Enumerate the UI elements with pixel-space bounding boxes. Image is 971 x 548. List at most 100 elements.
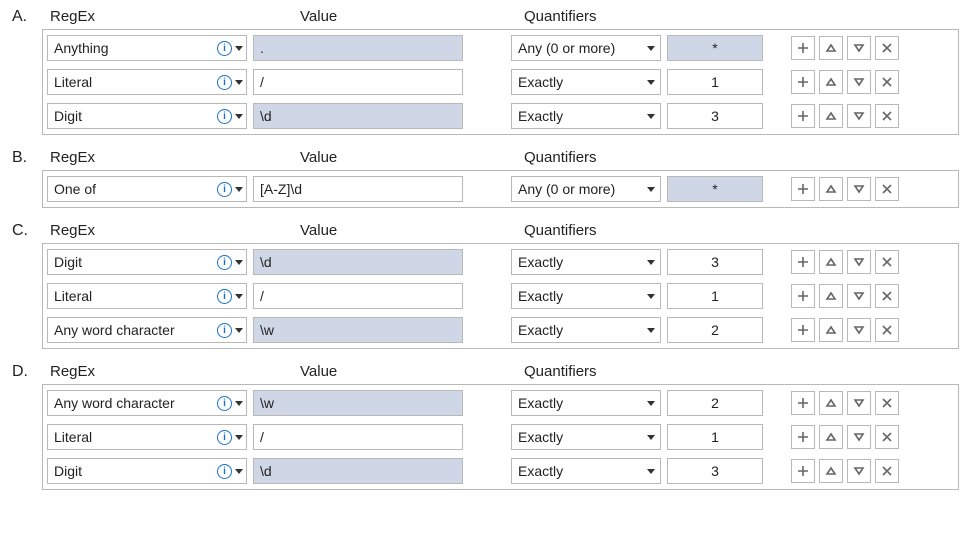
value-field[interactable]: / bbox=[253, 283, 463, 309]
move-up-button[interactable] bbox=[819, 284, 843, 308]
quantifier-dropdown[interactable]: Any (0 or more) bbox=[511, 35, 661, 61]
move-up-button[interactable] bbox=[819, 425, 843, 449]
quantifier-dropdown[interactable]: Exactly bbox=[511, 283, 661, 309]
move-up-button[interactable] bbox=[819, 391, 843, 415]
add-button[interactable] bbox=[791, 391, 815, 415]
quantifier-dropdown[interactable]: Exactly bbox=[511, 458, 661, 484]
move-up-button[interactable] bbox=[819, 459, 843, 483]
info-icon[interactable]: i bbox=[217, 464, 232, 479]
quantifier-count[interactable]: 1 bbox=[667, 424, 763, 450]
info-icon[interactable]: i bbox=[217, 255, 232, 270]
move-down-button[interactable] bbox=[847, 459, 871, 483]
rule-group: Any word characteri\wExactly2Literali/Ex… bbox=[42, 384, 959, 490]
add-button[interactable] bbox=[791, 284, 815, 308]
add-button[interactable] bbox=[791, 250, 815, 274]
delete-button[interactable] bbox=[875, 459, 899, 483]
info-icon[interactable]: i bbox=[217, 182, 232, 197]
info-icon[interactable]: i bbox=[217, 109, 232, 124]
value-field[interactable]: / bbox=[253, 424, 463, 450]
add-button[interactable] bbox=[791, 459, 815, 483]
quantifier-dropdown[interactable]: Exactly bbox=[511, 317, 661, 343]
value-field[interactable]: [A-Z]\d bbox=[253, 176, 463, 202]
value-field: \w bbox=[253, 317, 463, 343]
quantifier-label: Any (0 or more) bbox=[518, 40, 615, 56]
quantifier-dropdown[interactable]: Exactly bbox=[511, 69, 661, 95]
delete-button[interactable] bbox=[875, 250, 899, 274]
rule-group: One ofi[A-Z]\d Any (0 or more) * bbox=[42, 170, 959, 208]
regex-type-dropdown[interactable]: Digiti bbox=[47, 458, 247, 484]
value-text: \w bbox=[260, 322, 274, 338]
move-down-button[interactable] bbox=[847, 104, 871, 128]
move-down-button[interactable] bbox=[847, 70, 871, 94]
info-icon[interactable]: i bbox=[217, 75, 232, 90]
value-field[interactable]: / bbox=[253, 69, 463, 95]
delete-button[interactable] bbox=[875, 177, 899, 201]
delete-button[interactable] bbox=[875, 391, 899, 415]
move-down-button[interactable] bbox=[847, 391, 871, 415]
move-down-button[interactable] bbox=[847, 425, 871, 449]
quantifier-count[interactable]: 1 bbox=[667, 69, 763, 95]
move-down-button[interactable] bbox=[847, 177, 871, 201]
regex-type-dropdown[interactable]: Digiti bbox=[47, 249, 247, 275]
quantifier-count[interactable]: 3 bbox=[667, 249, 763, 275]
quantifier-count-text: 2 bbox=[711, 322, 719, 338]
info-icon[interactable]: i bbox=[217, 430, 232, 445]
regex-type-label: Literal bbox=[54, 288, 217, 304]
info-icon[interactable]: i bbox=[217, 323, 232, 338]
quantifier-dropdown[interactable]: Exactly bbox=[511, 103, 661, 129]
move-up-button[interactable] bbox=[819, 250, 843, 274]
move-down-button[interactable] bbox=[847, 318, 871, 342]
quantifier-count-text: 3 bbox=[711, 463, 719, 479]
move-down-button[interactable] bbox=[847, 36, 871, 60]
move-up-button[interactable] bbox=[819, 36, 843, 60]
add-button[interactable] bbox=[791, 104, 815, 128]
section-B: B.RegExValueQuantifiersOne ofi[A-Z]\dAny… bbox=[12, 149, 959, 208]
add-button[interactable] bbox=[791, 425, 815, 449]
chevron-down-icon bbox=[647, 435, 655, 440]
regex-type-dropdown[interactable]: Anythingi bbox=[47, 35, 247, 61]
delete-button[interactable] bbox=[875, 284, 899, 308]
quantifier-count[interactable]: 1 bbox=[667, 283, 763, 309]
quantifier-count[interactable]: 3 bbox=[667, 103, 763, 129]
regex-type-dropdown[interactable]: Any word characteri bbox=[47, 317, 247, 343]
add-button[interactable] bbox=[791, 36, 815, 60]
add-button[interactable] bbox=[791, 177, 815, 201]
delete-button[interactable] bbox=[875, 70, 899, 94]
section-A: A.RegExValueQuantifiersAnythingi.Any (0 … bbox=[12, 8, 959, 135]
rule-row: Digiti\dExactly3 bbox=[47, 456, 954, 486]
quantifier-count[interactable]: 2 bbox=[667, 317, 763, 343]
delete-button[interactable] bbox=[875, 318, 899, 342]
delete-button[interactable] bbox=[875, 36, 899, 60]
move-up-button[interactable] bbox=[819, 177, 843, 201]
quantifier-count[interactable]: 3 bbox=[667, 458, 763, 484]
move-up-button[interactable] bbox=[819, 104, 843, 128]
regex-type-label: Digit bbox=[54, 108, 217, 124]
regex-type-dropdown[interactable]: Literali bbox=[47, 69, 247, 95]
move-down-button[interactable] bbox=[847, 250, 871, 274]
info-icon[interactable]: i bbox=[217, 289, 232, 304]
regex-type-dropdown[interactable]: One ofi bbox=[47, 176, 247, 202]
regex-type-dropdown[interactable]: Any word characteri bbox=[47, 390, 247, 416]
quantifier-label: Exactly bbox=[518, 254, 563, 270]
regex-type-dropdown[interactable]: Literali bbox=[47, 283, 247, 309]
header-value: Value bbox=[300, 8, 524, 25]
quantifier-dropdown[interactable]: Exactly bbox=[511, 424, 661, 450]
quantifier-dropdown[interactable]: Exactly bbox=[511, 390, 661, 416]
regex-type-dropdown[interactable]: Literali bbox=[47, 424, 247, 450]
info-icon[interactable]: i bbox=[217, 41, 232, 56]
chevron-down-icon bbox=[235, 435, 243, 440]
quantifier-dropdown[interactable]: Exactly bbox=[511, 249, 661, 275]
quantifier-dropdown[interactable]: Any (0 or more) bbox=[511, 176, 661, 202]
quantifier-count-text: 1 bbox=[711, 429, 719, 445]
move-down-button[interactable] bbox=[847, 284, 871, 308]
quantifier-count[interactable]: 2 bbox=[667, 390, 763, 416]
regex-type-dropdown[interactable]: Digiti bbox=[47, 103, 247, 129]
move-up-button[interactable] bbox=[819, 70, 843, 94]
add-button[interactable] bbox=[791, 318, 815, 342]
delete-button[interactable] bbox=[875, 425, 899, 449]
info-icon[interactable]: i bbox=[217, 396, 232, 411]
delete-button[interactable] bbox=[875, 104, 899, 128]
quantifier-count-text: * bbox=[712, 181, 717, 197]
add-button[interactable] bbox=[791, 70, 815, 94]
move-up-button[interactable] bbox=[819, 318, 843, 342]
